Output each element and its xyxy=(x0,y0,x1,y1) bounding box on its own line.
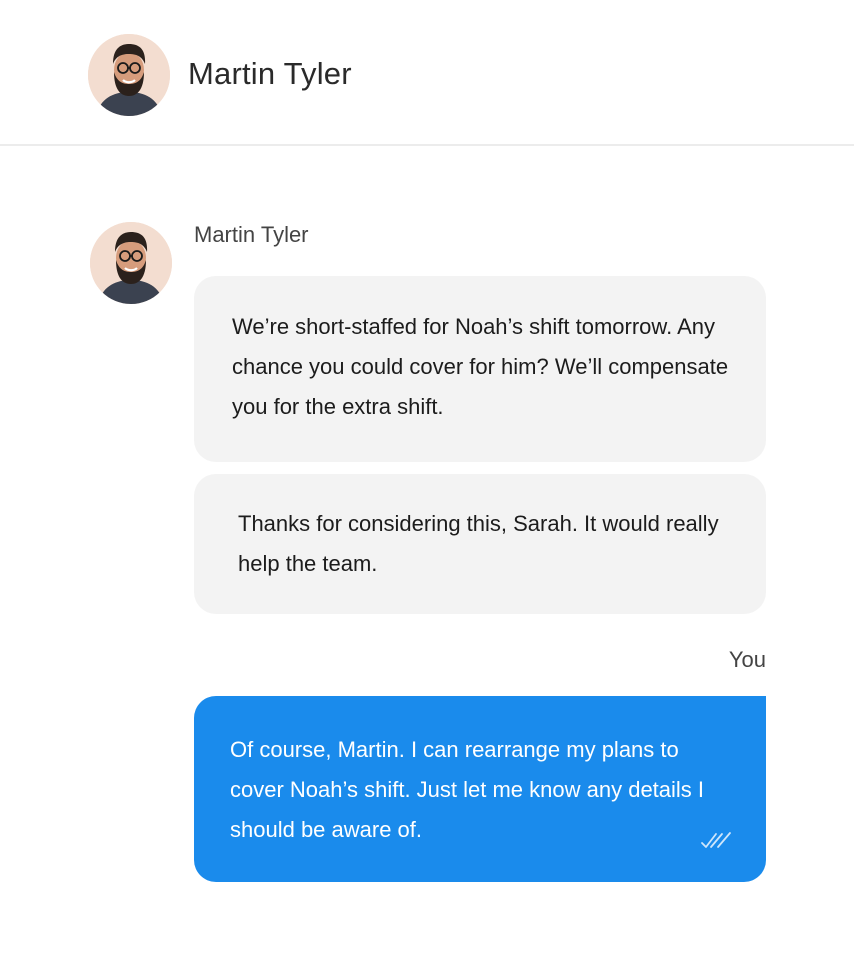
incoming-message-bubble[interactable]: We’re short-staffed for Noah’s shift tom… xyxy=(194,276,766,462)
message-text: Thanks for considering this, Sarah. It w… xyxy=(238,511,719,576)
chat-header: Martin Tyler xyxy=(0,0,854,146)
double-check-read-icon xyxy=(700,830,734,850)
sender-avatar[interactable] xyxy=(90,222,172,304)
message-text: We’re short-staffed for Noah’s shift tom… xyxy=(232,314,729,419)
contact-avatar[interactable] xyxy=(88,34,170,116)
message-text: Of course, Martin. I can rearrange my pl… xyxy=(230,737,705,842)
message-sender-name: Martin Tyler xyxy=(194,222,309,247)
contact-name: Martin Tyler xyxy=(188,56,352,91)
outgoing-sender-label: You xyxy=(728,647,766,672)
person-avatar-icon xyxy=(88,34,170,116)
person-avatar-icon xyxy=(90,222,172,304)
incoming-message-bubble[interactable]: Thanks for considering this, Sarah. It w… xyxy=(194,474,766,614)
outgoing-message-bubble[interactable]: Of course, Martin. I can rearrange my pl… xyxy=(194,696,766,882)
